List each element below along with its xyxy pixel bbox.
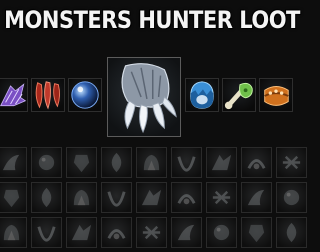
inventory-slot[interactable]: [66, 147, 97, 178]
red-claw-icon: [35, 81, 61, 110]
inventory-slot[interactable]: [136, 182, 167, 213]
green-bone-icon: [224, 82, 253, 110]
inventory-slot[interactable]: [136, 147, 167, 178]
inventory-slot[interactable]: [241, 182, 272, 213]
inventory-slot[interactable]: [136, 217, 167, 248]
monster-part-icon: [38, 154, 55, 171]
loot-slot-purple-wing[interactable]: [0, 78, 28, 112]
loot-slot-green-bone[interactable]: [222, 78, 256, 112]
monster-part-icon: [213, 224, 230, 241]
monster-part-icon: [177, 224, 195, 241]
monster-part-icon: [37, 226, 56, 242]
featured-loot-row: [0, 57, 296, 137]
gray-claw-icon: [121, 63, 177, 134]
inventory-slot[interactable]: [31, 182, 62, 213]
loot-slot-cracked-egg[interactable]: [185, 78, 219, 112]
inventory-slot[interactable]: [241, 147, 272, 178]
inventory-grid: [0, 147, 311, 252]
monster-part-icon: [3, 224, 20, 241]
inventory-row: [0, 147, 311, 178]
inventory-slot[interactable]: [101, 182, 132, 213]
inventory-slot[interactable]: [241, 217, 272, 248]
cracked-egg-icon: [190, 81, 214, 109]
inventory-slot[interactable]: [101, 217, 132, 248]
inventory-slot[interactable]: [276, 182, 307, 213]
inventory-slot[interactable]: [31, 217, 62, 248]
inventory-slot[interactable]: [0, 147, 27, 178]
monster-part-icon: [247, 189, 265, 206]
inventory-row: [0, 217, 311, 248]
orange-bracer-icon: [264, 86, 289, 106]
loot-slot-orange-bracer[interactable]: [259, 78, 293, 112]
monster-part-icon: [141, 189, 162, 206]
inventory-slot[interactable]: [171, 217, 202, 248]
blue-orb-icon: [71, 81, 99, 109]
monster-part-icon: [143, 154, 160, 171]
inventory-slot[interactable]: [206, 147, 237, 178]
monster-part-icon: [248, 224, 265, 243]
monster-part-icon: [212, 190, 231, 205]
monster-part-icon: [73, 154, 90, 173]
monster-part-icon: [247, 159, 266, 170]
monster-part-icon: [177, 194, 196, 205]
inventory-slot[interactable]: [206, 182, 237, 213]
inventory-slot[interactable]: [66, 217, 97, 248]
monster-part-icon: [41, 187, 52, 208]
inventory-slot[interactable]: [171, 182, 202, 213]
monster-part-icon: [211, 154, 232, 171]
loot-slot-blue-orb[interactable]: [68, 78, 102, 112]
monster-part-icon: [282, 155, 301, 170]
monster-part-icon: [177, 156, 196, 172]
inventory-slot[interactable]: [31, 147, 62, 178]
inventory-slot[interactable]: [276, 217, 307, 248]
page-title: MONSTERS HUNTER LOOT: [4, 6, 300, 34]
purple-wing-icon: [0, 83, 27, 107]
inventory-slot[interactable]: [101, 147, 132, 178]
monster-part-icon: [142, 225, 161, 240]
monster-part-icon: [286, 222, 297, 243]
monster-part-icon: [73, 189, 90, 206]
inventory-slot[interactable]: [0, 217, 27, 248]
monster-part-icon: [107, 191, 126, 207]
loot-slot-red-claw[interactable]: [31, 78, 65, 112]
monster-part-icon: [2, 154, 20, 171]
inventory-slot[interactable]: [206, 217, 237, 248]
inventory-slot[interactable]: [0, 182, 27, 213]
monster-part-icon: [283, 189, 300, 206]
inventory-slot[interactable]: [66, 182, 97, 213]
inventory-row: [0, 182, 311, 213]
monster-part-icon: [3, 189, 20, 208]
monster-part-icon: [71, 224, 92, 241]
monster-part-icon: [111, 152, 122, 173]
inventory-slot[interactable]: [171, 147, 202, 178]
inventory-slot[interactable]: [276, 147, 307, 178]
loot-slot-gray-claw[interactable]: [107, 57, 181, 137]
monster-part-icon: [107, 229, 126, 240]
